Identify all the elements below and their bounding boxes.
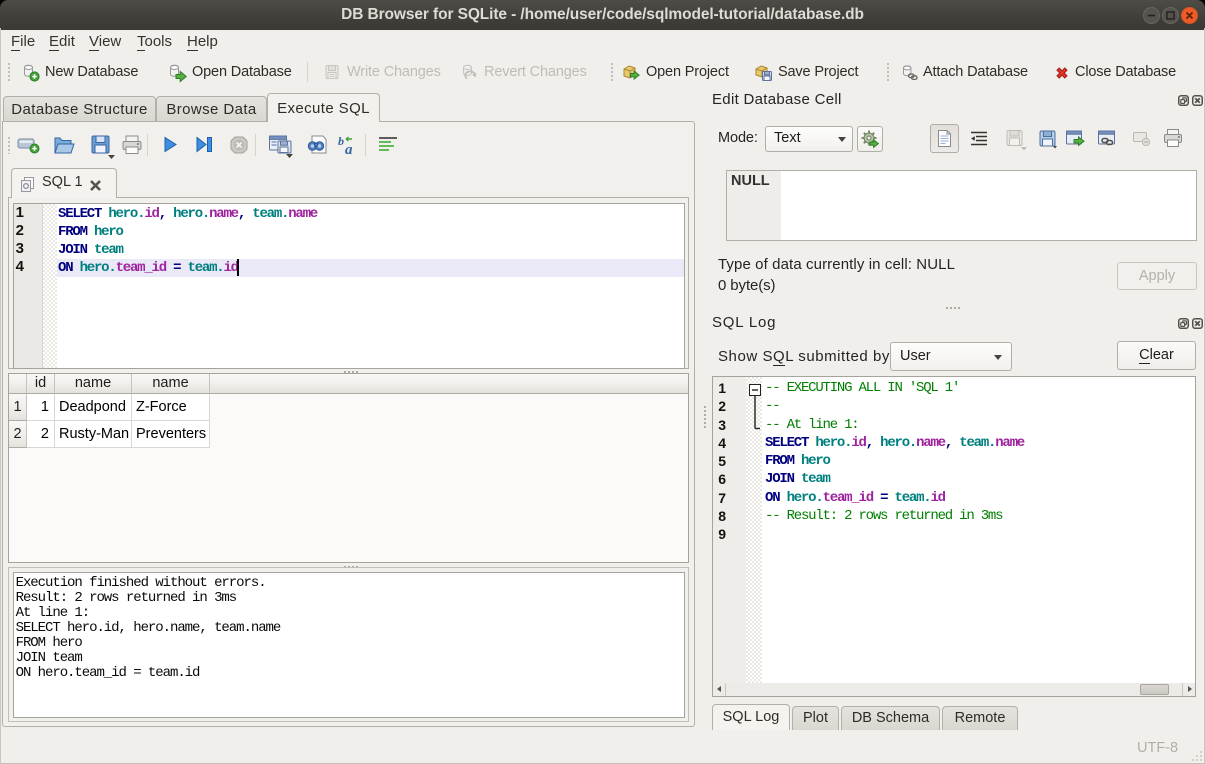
svg-text:b: b [338, 134, 344, 148]
svg-text:a: a [345, 142, 353, 158]
